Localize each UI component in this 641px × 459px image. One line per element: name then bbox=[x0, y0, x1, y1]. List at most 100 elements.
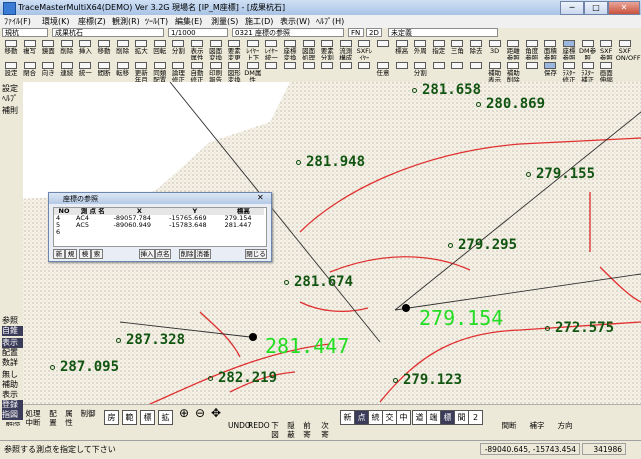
sidebar-settings[interactable]: 設定 bbox=[2, 84, 23, 94]
toolbar-button[interactable]: 間断 bbox=[95, 62, 113, 77]
toolbar-button[interactable]: 論理修正 bbox=[169, 62, 187, 84]
toolbar-button[interactable]: 表示属性 bbox=[188, 40, 206, 62]
find-button[interactable]: 索 bbox=[91, 249, 103, 259]
table-row[interactable]: 5 AC5 -89060.949 -15783.648 281.447 bbox=[54, 222, 264, 229]
sidebar-help[interactable]: ﾍﾙﾌﾟ bbox=[2, 94, 23, 104]
layer-select[interactable]: 規杭 bbox=[2, 28, 48, 37]
toolbar-button[interactable]: 転移 bbox=[114, 62, 132, 77]
toolbar-button[interactable] bbox=[374, 40, 392, 48]
prev-button[interactable]: 前寄 bbox=[300, 421, 314, 439]
maximize-button[interactable]: □ bbox=[584, 1, 608, 15]
underlay-button[interactable]: 下図 bbox=[268, 421, 282, 439]
close-button[interactable]: ✕ bbox=[608, 1, 640, 15]
sidebar-reference[interactable]: 参照 bbox=[2, 316, 23, 326]
new-button[interactable]: 新 bbox=[53, 249, 65, 259]
sidebar-auto[interactable]: 自錐 bbox=[2, 326, 23, 336]
toolbar-button[interactable]: 図面変換 bbox=[207, 40, 225, 62]
control-button[interactable]: 制御 bbox=[80, 409, 96, 418]
search-button[interactable]: 検 bbox=[79, 249, 91, 259]
toolbar-button[interactable]: 更新年月 bbox=[132, 62, 150, 84]
toolbar-button[interactable]: 回転 bbox=[151, 40, 169, 55]
toolbar-button[interactable]: DM参照 bbox=[579, 40, 597, 62]
toolbar-button[interactable]: 指定 bbox=[430, 40, 448, 55]
toolbar-button[interactable] bbox=[318, 62, 336, 70]
toolbar-button[interactable]: 補助表示 bbox=[486, 62, 504, 84]
insert-button[interactable]: 挿入 bbox=[139, 249, 155, 259]
toolbar-button[interactable]: 図面処理 bbox=[300, 40, 318, 62]
survey-point[interactable]: 282.219 bbox=[208, 370, 277, 386]
toolbar-button[interactable]: 除去 bbox=[467, 40, 485, 55]
toolbar-button[interactable]: 移動 bbox=[95, 40, 113, 55]
regulation-button[interactable]: 規 bbox=[65, 249, 77, 259]
sidebar-show[interactable]: 表示 bbox=[2, 390, 23, 400]
abort-button[interactable]: 処理中断 bbox=[24, 409, 42, 427]
mode-interval[interactable]: 間 bbox=[454, 410, 469, 425]
fn-button[interactable]: FN bbox=[348, 28, 364, 37]
sidebar-instruction[interactable]: 指図 bbox=[2, 410, 23, 420]
delete-button[interactable]: 削除 bbox=[179, 249, 195, 259]
toolbar-button[interactable]: 座標変換 bbox=[281, 40, 299, 62]
unset-select[interactable]: 未定義 bbox=[388, 28, 498, 37]
toolbar-button[interactable]: SXF ON/OFF bbox=[616, 40, 641, 62]
mode-new[interactable]: 新 bbox=[340, 410, 355, 425]
pan-icon[interactable]: ✥ bbox=[210, 407, 222, 419]
mode-end[interactable]: 端 bbox=[426, 410, 441, 425]
toolbar-button[interactable]: ﾗｽﾀｰ補正 bbox=[579, 62, 597, 84]
toolbar-button[interactable]: 面積参照 bbox=[541, 40, 559, 62]
toolbar-button[interactable]: 複写 bbox=[21, 40, 39, 55]
room-button[interactable]: 房 bbox=[104, 410, 119, 425]
interval-button[interactable]: 間断 bbox=[500, 421, 518, 430]
toolbar-button[interactable]: 拡大 bbox=[132, 40, 150, 55]
toolbar-button[interactable] bbox=[281, 62, 299, 70]
highlighted-point-label[interactable]: 279.154 bbox=[419, 306, 503, 330]
zoom-in-icon[interactable]: ⊕ bbox=[178, 407, 190, 419]
toolbar-button[interactable]: 角度参照 bbox=[523, 40, 541, 62]
survey-point[interactable]: 281.658 bbox=[412, 82, 481, 98]
minimize-button[interactable]: ─ bbox=[560, 1, 584, 15]
toolbar-button[interactable] bbox=[355, 62, 373, 70]
mode-middle[interactable]: 中 bbox=[396, 410, 411, 425]
toolbar-button[interactable]: DM属性 bbox=[244, 62, 262, 84]
menu-observation[interactable]: 観測(R) bbox=[112, 16, 140, 27]
survey-point[interactable]: 281.674 bbox=[284, 274, 353, 290]
sidebar-detail[interactable]: 数詳 bbox=[2, 358, 23, 368]
toolbar-button[interactable]: 同類配置 bbox=[151, 62, 169, 84]
mode-road[interactable]: 道 bbox=[412, 410, 427, 425]
range-button[interactable]: 範 bbox=[122, 410, 137, 425]
menu-view[interactable]: 表示(W) bbox=[280, 16, 310, 27]
hide-button[interactable]: 隠蔽 bbox=[284, 421, 298, 439]
toolbar-button[interactable]: 要素分割 bbox=[318, 40, 336, 62]
toolbar-button[interactable]: 距離参照 bbox=[504, 40, 522, 62]
toolbar-button[interactable] bbox=[523, 62, 541, 70]
toolbar-button[interactable]: 補助削除 bbox=[504, 62, 522, 84]
undo-button[interactable]: UNDO bbox=[228, 421, 251, 430]
toolbar-button[interactable] bbox=[337, 62, 355, 70]
toolbar-button[interactable]: SXFﾚｲﾔｰ bbox=[355, 40, 373, 62]
toolbar-button[interactable]: ﾚｲﾔｰ統一 bbox=[262, 40, 280, 62]
survey-point[interactable]: 287.328 bbox=[116, 332, 185, 348]
toolbar-button[interactable]: 図形変換 bbox=[225, 62, 243, 84]
toolbar-button[interactable]: 閉合 bbox=[21, 62, 39, 77]
arrange-button[interactable]: 配置 bbox=[46, 409, 60, 427]
dialog-close-button[interactable]: 閉じる bbox=[245, 249, 267, 259]
sidebar-placement[interactable]: 配置 bbox=[2, 348, 23, 358]
survey-point[interactable]: 287.095 bbox=[50, 359, 119, 375]
mode-mark[interactable]: 標 bbox=[440, 410, 455, 425]
point-name-button[interactable]: 点名 bbox=[155, 249, 171, 259]
toolbar-button[interactable] bbox=[448, 62, 466, 70]
toolbar-button[interactable]: 分割 bbox=[411, 62, 429, 77]
toolbar-button[interactable]: 挿入 bbox=[76, 40, 94, 55]
coord-select[interactable]: 0321 座標の参照 bbox=[232, 28, 344, 37]
menu-coordinate[interactable]: 座標(Z) bbox=[78, 16, 106, 27]
toolbar-button[interactable]: 自動修正 bbox=[188, 62, 206, 84]
complement-button[interactable]: 補字 bbox=[528, 421, 546, 430]
toolbar-button[interactable]: 削除 bbox=[58, 40, 76, 55]
menu-survey[interactable]: 測量(S) bbox=[211, 16, 238, 27]
menu-edit[interactable]: 編集(E) bbox=[175, 16, 202, 27]
toolbar-button[interactable]: 保存 bbox=[541, 62, 559, 77]
toolbar-button[interactable]: 設定 bbox=[2, 62, 20, 77]
menu-environment[interactable]: 環境(K) bbox=[42, 16, 70, 27]
sidebar-display[interactable]: 表示 bbox=[2, 338, 23, 348]
toolbar-button[interactable]: 分割 bbox=[169, 40, 187, 55]
toolbar-button[interactable]: ﾗｽﾀｰ修正 bbox=[560, 62, 578, 84]
